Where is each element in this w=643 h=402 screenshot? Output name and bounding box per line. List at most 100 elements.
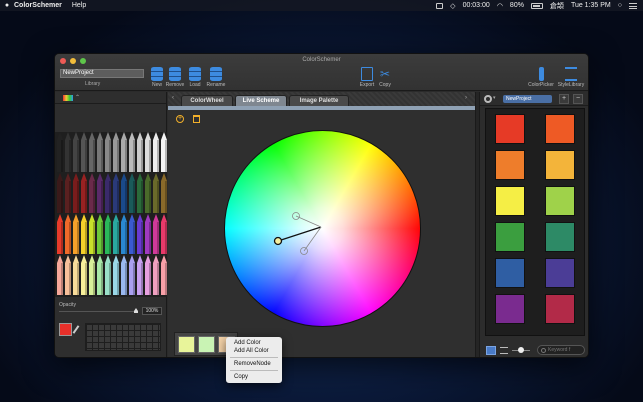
- keyword-search-field[interactable]: Keyword f: [537, 345, 585, 355]
- remove-swatch-button[interactable]: −: [573, 94, 583, 104]
- project-select[interactable]: NewProject: [503, 95, 552, 103]
- pencil-tip: [105, 132, 111, 140]
- menu-help[interactable]: Help: [72, 2, 86, 9]
- opacity-value[interactable]: 100%: [142, 307, 162, 315]
- pencil-tip: [105, 173, 111, 181]
- pencil-shade: [109, 140, 111, 172]
- add-swatch-button[interactable]: +: [559, 94, 569, 104]
- color-swatch[interactable]: [495, 258, 525, 288]
- menu-item-remove-node[interactable]: RemoveNode: [226, 360, 282, 368]
- color-swatch[interactable]: [495, 186, 525, 216]
- export-label: Export: [359, 82, 375, 88]
- tab-scroll-left-icon[interactable]: ‹: [172, 95, 174, 101]
- pencil-tip: [89, 132, 95, 140]
- color-picker-icon: [538, 67, 544, 81]
- project-name-field[interactable]: NewProject: [60, 69, 144, 78]
- copy-label: Copy: [379, 82, 391, 88]
- pencil-tip: [81, 132, 87, 140]
- apple-icon[interactable]: ●: [0, 2, 14, 9]
- pencil-tip: [113, 214, 119, 222]
- recent-colors-grid[interactable]: [85, 323, 161, 351]
- pencil-shade: [101, 181, 103, 213]
- pencil-tip: [73, 255, 79, 263]
- wifi-icon[interactable]: ◠: [497, 2, 503, 10]
- menu-app-name[interactable]: ColorSchemer: [14, 2, 62, 9]
- export-icon: [361, 67, 373, 81]
- copy-button[interactable]: ✂ Copy: [374, 67, 396, 88]
- notification-center-icon[interactable]: [629, 2, 637, 9]
- color-swatch[interactable]: [545, 222, 575, 252]
- pencil-shade: [61, 140, 63, 172]
- opacity-slider-knob[interactable]: [134, 308, 138, 313]
- color-wheel-container[interactable]: [224, 130, 421, 327]
- tab-colorwheel[interactable]: ColorWheel: [181, 95, 233, 106]
- add-node-icon[interactable]: +: [176, 115, 184, 123]
- battery-icon[interactable]: [530, 2, 543, 9]
- eyedropper-icon[interactable]: [72, 325, 80, 334]
- pencil-shade: [157, 263, 159, 295]
- pencil-tip: [89, 214, 95, 222]
- stylelibrary-button[interactable]: StyleLibrary: [555, 67, 587, 88]
- pencil-tip: [121, 255, 127, 263]
- pencil-shade: [117, 181, 119, 213]
- new-label: New: [151, 82, 162, 88]
- pencil-tip: [145, 214, 151, 222]
- pencil-tip: [105, 255, 111, 263]
- color-swatch[interactable]: [495, 222, 525, 252]
- colorpicker-button[interactable]: ColorPicker: [527, 67, 555, 88]
- menubar-timer[interactable]: 00:03:00: [463, 2, 490, 9]
- load-button[interactable]: Load: [184, 67, 206, 88]
- color-swatch[interactable]: [545, 150, 575, 180]
- pencil-tip: [73, 173, 79, 181]
- spotlight-icon[interactable]: ○: [618, 2, 622, 9]
- color-swatch[interactable]: [545, 258, 575, 288]
- gear-icon[interactable]: [484, 95, 492, 103]
- menubar-clock[interactable]: Tue 1:35 PM: [571, 2, 611, 9]
- color-swatch[interactable]: [545, 186, 575, 216]
- pencil-shade: [69, 263, 71, 295]
- color-swatch[interactable]: [495, 294, 525, 324]
- pencil-shade: [85, 263, 87, 295]
- scheme-node-2[interactable]: [198, 336, 215, 353]
- stylelibrary-label: StyleLibrary: [557, 82, 585, 88]
- tab-image-palette[interactable]: Image Palette: [289, 95, 349, 106]
- scheme-handles[interactable]: [224, 130, 421, 327]
- tab-scroll-right-icon[interactable]: ›: [465, 95, 467, 101]
- color-swatch[interactable]: [495, 150, 525, 180]
- list-view-icon[interactable]: [500, 347, 508, 354]
- pencil-palette[interactable]: [55, 132, 167, 297]
- pencil-shade: [141, 263, 143, 295]
- rename-button[interactable]: Rename: [205, 67, 227, 88]
- pencil-shade: [109, 263, 111, 295]
- chevron-down-icon[interactable]: ▾: [493, 95, 496, 101]
- pencil-shade: [165, 181, 167, 213]
- pencil-grid[interactable]: [55, 132, 167, 297]
- menu-item-copy[interactable]: Copy: [226, 373, 282, 381]
- camera-icon[interactable]: [436, 2, 444, 9]
- remove-button[interactable]: Remove: [164, 67, 186, 88]
- swatch-size-knob[interactable]: [518, 347, 524, 353]
- current-color-well[interactable]: [59, 323, 72, 336]
- trash-icon[interactable]: [193, 115, 200, 123]
- pencil-shade: [85, 222, 87, 254]
- color-swatch[interactable]: [545, 114, 575, 144]
- pencil-shade: [165, 140, 167, 172]
- handle-node-main[interactable]: [273, 236, 283, 246]
- pencil-tip: [65, 173, 71, 181]
- menubar-input-source[interactable]: 倉頡: [550, 1, 564, 11]
- timer-icon[interactable]: ◇: [450, 2, 455, 10]
- tab-live-scheme[interactable]: Live Scheme: [235, 95, 287, 106]
- pencil-tip: [153, 214, 159, 222]
- library-selector[interactable]: ⌃: [55, 92, 166, 104]
- scheme-node-1[interactable]: [178, 336, 195, 353]
- opacity-slider[interactable]: [59, 311, 137, 312]
- menu-item-add-all-color[interactable]: Add All Color: [226, 347, 282, 355]
- pencil-tip: [129, 173, 135, 181]
- color-swatch[interactable]: [545, 294, 575, 324]
- grid-view-icon[interactable]: [486, 346, 496, 355]
- pencil-shade: [165, 263, 167, 295]
- menubar-battery-percent: 80%: [509, 2, 524, 9]
- pencil-shade: [61, 181, 63, 213]
- menu-item-add-color[interactable]: Add Color: [226, 339, 282, 347]
- color-swatch[interactable]: [495, 114, 525, 144]
